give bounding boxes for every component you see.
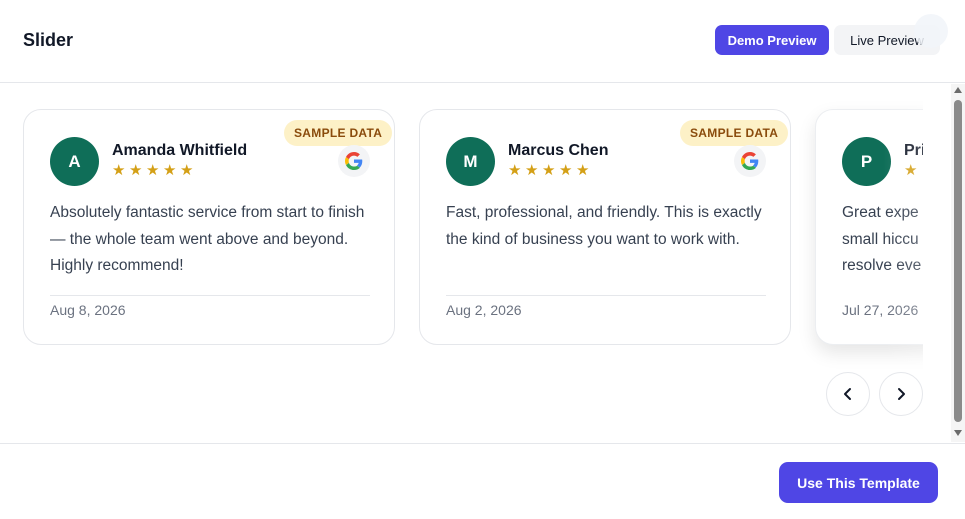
review-text: Fast, professional, and friendly. This i… [446,204,762,248]
reviewer-name: Pri [904,142,923,159]
review-slider: A Amanda Whitfield ★ ★ ★ ★ ★ SAMPLE DATA [0,83,923,383]
star-rating: ★ [904,162,918,179]
star-icon: ★ [559,162,573,179]
star-icon: ★ [525,162,539,179]
review-card: A Amanda Whitfield ★ ★ ★ ★ ★ SAMPLE DATA [23,109,395,345]
reviewer-name: Marcus Chen [508,142,609,159]
close-button[interactable] [914,14,948,48]
sample-data-badge: SAMPLE DATA [284,120,393,146]
review-text-line: resolve eve [842,257,922,274]
scroll-down-icon[interactable] [954,430,962,436]
modal-header: Slider Demo Preview Live Preview [0,0,965,83]
preview-area: A Amanda Whitfield ★ ★ ★ ★ ★ SAMPLE DATA [0,83,950,443]
star-icon: ★ [904,162,918,179]
star-icon: ★ [180,162,194,179]
star-icon: ★ [542,162,556,179]
review-date: Aug 8, 2026 [50,302,126,318]
star-rating: ★ ★ ★ ★ ★ [508,162,590,179]
scroll-up-icon[interactable] [954,87,962,93]
review-date: Aug 2, 2026 [446,302,522,318]
use-template-button[interactable]: Use This Template [779,462,938,503]
review-text-line: small hiccu [842,230,919,248]
modal-footer: Use This Template [0,443,965,519]
page-title: Slider [23,30,74,50]
review-text: Great expe small hiccu resolve eve [842,200,922,280]
star-icon: ★ [163,162,177,179]
avatar: P [842,137,891,186]
review-card: M Marcus Chen ★ ★ ★ ★ ★ SAMPLE DATA Fast… [419,109,791,345]
vertical-scrollbar[interactable] [951,84,965,442]
template-modal: Slider Demo Preview Live Preview A Amand… [0,0,965,519]
review-text: Absolutely fantastic service from start … [50,204,365,274]
star-icon: ★ [129,162,143,179]
chevron-left-icon [844,388,851,400]
avatar: A [50,137,99,186]
chevron-right-icon [898,388,905,400]
google-icon [734,145,766,177]
star-rating: ★ ★ ★ ★ ★ [112,162,194,179]
sample-data-badge: SAMPLE DATA [680,120,789,146]
review-text-line: Great expe [842,204,919,221]
divider [446,295,766,296]
review-card: P Pri ★ Great expe small hiccu resolve e… [815,109,923,345]
divider [50,295,370,296]
avatar: M [446,137,495,186]
prev-button[interactable] [826,372,870,416]
demo-preview-button[interactable]: Demo Preview [715,25,829,55]
review-date: Jul 27, 2026 [842,302,919,318]
next-button[interactable] [879,372,923,416]
star-icon: ★ [112,162,126,179]
star-icon: ★ [576,162,590,179]
reviewer-name: Amanda Whitfield [112,142,248,159]
star-icon: ★ [146,162,160,179]
scrollbar-thumb[interactable] [954,100,962,422]
google-icon [338,145,370,177]
star-icon: ★ [508,162,522,179]
